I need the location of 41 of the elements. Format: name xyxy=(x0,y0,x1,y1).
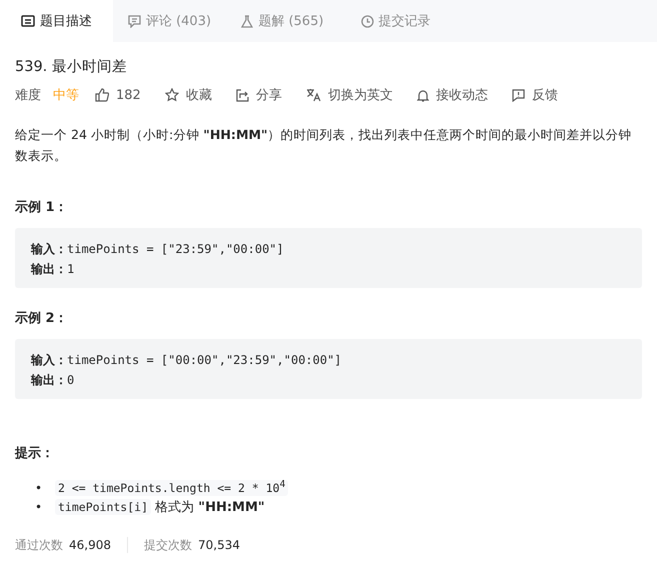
example-heading: 示例 1： xyxy=(15,199,69,217)
action-button[interactable]: 接收动态 xyxy=(416,86,488,104)
inline-code: timePoints[i] xyxy=(55,498,152,515)
description-icon xyxy=(21,15,35,27)
comment-icon xyxy=(128,14,141,28)
bullet: • xyxy=(35,480,44,497)
translate-icon xyxy=(306,88,321,102)
action-button[interactable]: 反馈 xyxy=(512,86,558,104)
stat-value: 70,534 xyxy=(198,538,240,552)
difficulty-label: 难度 xyxy=(15,87,41,104)
action-button[interactable]: 收藏 xyxy=(164,86,212,104)
action-button[interactable]: 分享 xyxy=(236,86,282,104)
code-label: 输出： xyxy=(31,262,67,276)
code-text: 0 xyxy=(67,373,74,387)
star-icon xyxy=(164,88,179,102)
flask-icon xyxy=(241,14,254,28)
stat-value: 46,908 xyxy=(69,538,111,552)
problem-title: 539. 最小时间差 xyxy=(15,58,128,76)
thumbs-up-icon xyxy=(95,88,109,102)
action-button[interactable]: 切换为英文 xyxy=(306,86,393,104)
hint-text: 格式为 "HH:MM" xyxy=(155,500,265,515)
code-text: 1 xyxy=(67,262,74,276)
problem-description: 给定一个 24 小时制（小时:分钟 "HH:MM"）的时间列表，找出列表中任意两个时间的最小时间差并以分钟数表示。 xyxy=(15,126,633,165)
action-button[interactable]: 182 xyxy=(95,88,141,102)
difficulty-value: 中等 xyxy=(53,87,79,104)
code-label: 输入： xyxy=(31,353,67,367)
stat-label: 提交次数 xyxy=(144,536,192,554)
inline-code: 2 <= timePoints.length <= 2 * 10$^{4}$ xyxy=(55,480,288,496)
tab[interactable]: 题目描述 xyxy=(0,0,113,42)
clock-icon xyxy=(360,14,374,28)
hints-heading: 提示： xyxy=(15,445,55,463)
bell-icon xyxy=(416,88,429,102)
code-label: 输入： xyxy=(31,242,67,256)
code-text: timePoints = ["00:00","23:59","00:00"] xyxy=(67,353,342,367)
stat-label: 通过次数 xyxy=(15,536,63,554)
code-label: 输出： xyxy=(31,373,67,387)
feedback-icon xyxy=(512,88,525,102)
code-text: timePoints = ["23:59","00:00"] xyxy=(67,242,284,256)
share-icon xyxy=(236,88,249,102)
bullet: • xyxy=(35,498,44,516)
example-heading: 示例 2： xyxy=(15,310,69,328)
